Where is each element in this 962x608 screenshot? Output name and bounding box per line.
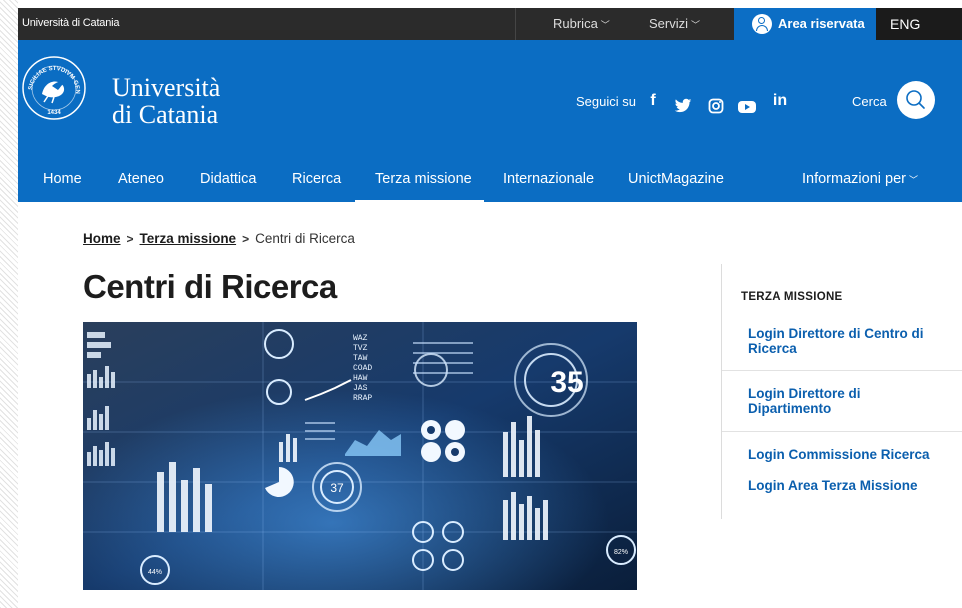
nav-internazionale[interactable]: Internazionale xyxy=(503,171,594,187)
breadcrumb-terza-missione[interactable]: Terza missione xyxy=(140,231,237,246)
svg-text:WAZ: WAZ xyxy=(353,334,368,343)
svg-text:COAD: COAD xyxy=(353,364,372,373)
nav-informazioni-label: Informazioni per xyxy=(802,171,906,187)
search-button[interactable] xyxy=(897,81,935,119)
language-label: ENG xyxy=(890,16,921,32)
sidebar: TERZA MISSIONE Login Direttore di Centro… xyxy=(721,264,962,519)
chevron-down-icon: ﹀ xyxy=(691,20,701,30)
nav-active-indicator xyxy=(355,200,484,203)
svg-text:RRAP: RRAP xyxy=(353,394,372,403)
servizi-menu[interactable]: Servizi ﹀ xyxy=(649,16,700,31)
divider xyxy=(515,8,516,40)
linkedin-icon[interactable]: in xyxy=(770,92,790,116)
facebook-icon[interactable]: f xyxy=(646,92,660,116)
follow-label: Seguici su xyxy=(576,94,636,109)
chevron-down-icon: ﹀ xyxy=(908,175,918,185)
svg-text:JAS: JAS xyxy=(353,384,368,393)
page-edge-pattern xyxy=(0,0,18,608)
user-icon xyxy=(752,14,772,34)
university-link[interactable]: Università di Catania xyxy=(22,17,119,29)
svg-text:HAW: HAW xyxy=(353,374,368,383)
breadcrumb-home[interactable]: Home xyxy=(83,231,121,246)
breadcrumb-separator: > xyxy=(126,232,134,246)
main-navigation: Home Ateneo Didattica Ricerca Terza miss… xyxy=(18,152,962,203)
breadcrumb: Home > Terza missione > Centri di Ricerca xyxy=(83,231,355,246)
university-wordmark[interactable]: Università di Catania xyxy=(112,74,220,128)
area-riservata-label: Area riservata xyxy=(778,16,865,31)
search-icon xyxy=(906,90,925,109)
hero-percent-44: 44% xyxy=(148,569,162,576)
wordmark-line1: Università xyxy=(112,73,221,102)
hero-percent-82: 82% xyxy=(614,549,628,556)
sidebar-divider xyxy=(722,370,962,371)
sidebar-heading: TERZA MISSIONE xyxy=(741,291,843,303)
rubrica-label: Rubrica xyxy=(553,16,598,31)
sidebar-link-direttore-centro[interactable]: Login Direttore di Centro di Ricerca xyxy=(748,326,943,356)
area-riservata-button[interactable]: Area riservata xyxy=(734,8,876,40)
top-utility-bar: Università di Catania Rubrica ﹀ Servizi ﹀ … xyxy=(18,8,962,40)
wordmark-line2: di Catania xyxy=(112,100,219,129)
main-header: SICILIAE STVDIVM GENERALE 1434 Universit… xyxy=(18,40,962,203)
chevron-down-icon: ﹀ xyxy=(600,20,610,30)
site: Università di Catania Rubrica ﹀ Servizi ﹀ … xyxy=(18,0,962,608)
youtube-icon[interactable] xyxy=(738,95,756,119)
search-label: Cerca xyxy=(852,94,887,109)
breadcrumb-separator: > xyxy=(242,232,250,246)
nav-didattica[interactable]: Didattica xyxy=(200,171,256,187)
language-switch-button[interactable]: ENG xyxy=(876,8,962,40)
breadcrumb-current: Centri di Ricerca xyxy=(255,231,355,246)
twitter-icon[interactable] xyxy=(674,94,692,118)
hero-number-35: 35 xyxy=(550,366,583,399)
analytics-dashboard-illustration: 35 37 44% 82% WAZTVZTAWCOADHAWJASRRAP xyxy=(83,322,637,590)
nav-ateneo[interactable]: Ateneo xyxy=(118,171,164,187)
svg-text:TAW: TAW xyxy=(353,354,368,363)
nav-home[interactable]: Home xyxy=(43,171,82,187)
sidebar-link-direttore-dipartimento[interactable]: Login Direttore di Dipartimento xyxy=(748,386,943,416)
rubrica-menu[interactable]: Rubrica ﹀ xyxy=(553,16,610,31)
page-title: Centri di Ricerca xyxy=(83,268,337,305)
instagram-icon[interactable] xyxy=(708,94,724,118)
nav-ricerca[interactable]: Ricerca xyxy=(292,171,341,187)
svg-text:TVZ: TVZ xyxy=(353,344,368,353)
university-seal-logo[interactable]: SICILIAE STVDIVM GENERALE 1434 xyxy=(22,56,86,120)
hero-image: 35 37 44% 82% WAZ TVZ TAW COAD HAW JAS RRAP xyxy=(83,322,637,590)
nav-informazioni-per[interactable]: Informazioni per ﹀ xyxy=(802,171,918,187)
sidebar-divider xyxy=(722,431,962,432)
sidebar-link-area-terza-missione[interactable]: Login Area Terza Missione xyxy=(748,478,943,493)
svg-text:1434: 1434 xyxy=(47,110,61,116)
sidebar-link-commissione-ricerca[interactable]: Login Commissione Ricerca xyxy=(748,447,943,462)
nav-unictmagazine[interactable]: UnictMagazine xyxy=(628,171,724,187)
servizi-label: Servizi xyxy=(649,16,689,31)
nav-terza-missione[interactable]: Terza missione xyxy=(375,171,472,187)
hero-number-37: 37 xyxy=(330,481,344,495)
